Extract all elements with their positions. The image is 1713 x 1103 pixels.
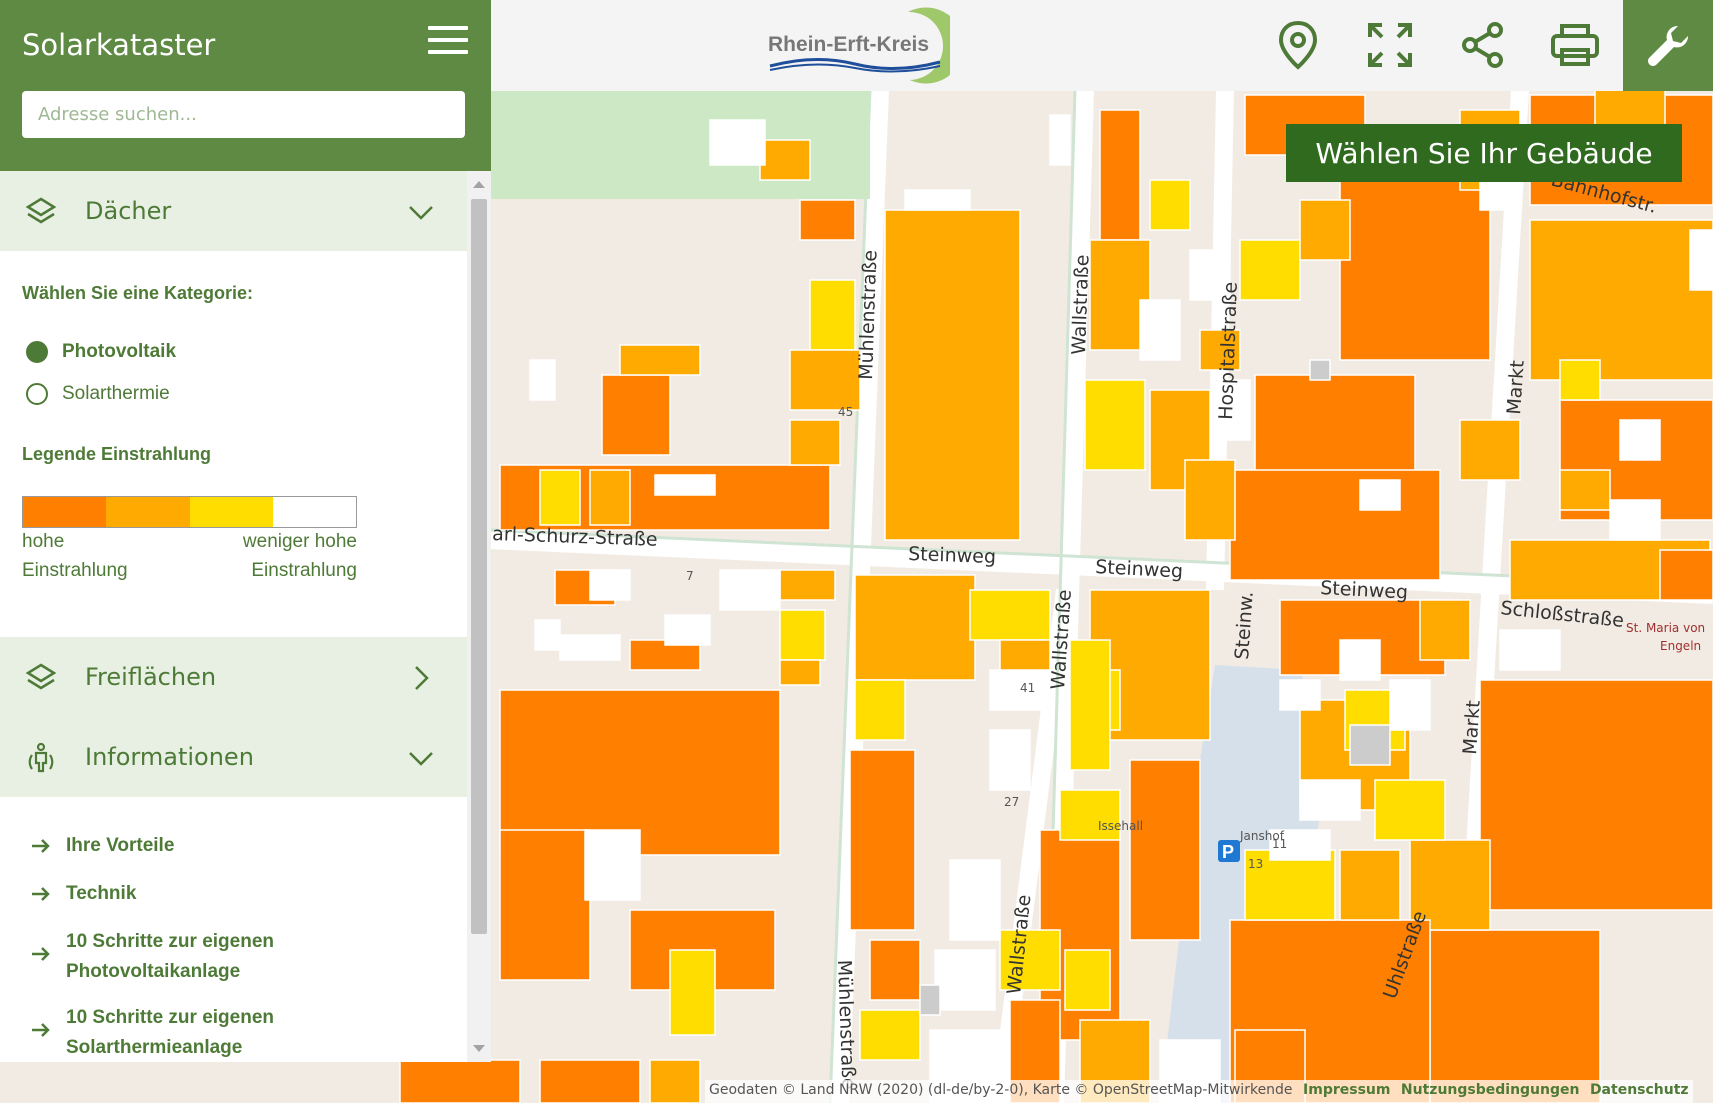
sidebar: Solarkataster Dächer Wählen Sie eine Kat… (0, 0, 491, 1062)
app-title: Solarkataster (22, 28, 216, 62)
chevron-down-icon (409, 206, 433, 220)
info-link-label: Ihre Vorteile (66, 835, 175, 856)
layers-icon (25, 197, 57, 224)
info-link-label: 10 Schritte zur eigenen Photovoltaikanla… (66, 931, 275, 982)
logo-text: Rhein-Erft-Kreis (768, 33, 929, 56)
kategorie-label: Wählen Sie eine Kategorie: (22, 283, 254, 303)
legend-swatch-lowest (272, 497, 356, 527)
sidebar-content: Dächer Wählen Sie eine Kategorie: Photov… (0, 171, 467, 1062)
legend-left-line2: Einstrahlung (22, 560, 128, 581)
fullscreen-button[interactable] (1355, 12, 1425, 78)
street-label-schlossstrasse: Schloßstraße (1499, 597, 1625, 632)
street-label-steinw: Steinw. (1231, 591, 1258, 661)
house-number-41: 41 (1020, 681, 1035, 695)
chevron-right-icon (415, 666, 429, 690)
share-button[interactable] (1448, 12, 1518, 78)
datenschutz-link[interactable]: Datenschutz (1590, 1082, 1689, 1098)
tools-button[interactable] (1623, 0, 1713, 91)
poi-label-st-maria: St. Maria von (1626, 621, 1705, 635)
plus-icon (1566, 936, 1594, 964)
print-button[interactable] (1540, 12, 1610, 78)
rhein-erft-kreis-logo[interactable]: Rhein-Erft-Kreis (760, 6, 950, 86)
scroll-down-icon[interactable] (473, 1045, 485, 1052)
arrow-right-icon (32, 1023, 50, 1037)
radio-unchecked-icon (26, 383, 48, 405)
street-label-steinweg-1: Steinweg (908, 543, 997, 568)
accordion-daecher[interactable]: Dächer (0, 171, 467, 251)
scroll-up-icon[interactable] (473, 181, 485, 188)
house-number-45: 45 (838, 405, 853, 419)
street-label-steinweg-2: Steinweg (1095, 556, 1184, 583)
house-number-7: 7 (686, 569, 694, 583)
zoom-in-button[interactable] (1560, 930, 1600, 970)
accordion-label-informationen: Informationen (85, 743, 254, 771)
info-link-vorteile[interactable]: Ihre Vorteile (30, 831, 366, 861)
legend-right-line1: weniger hohe (242, 531, 357, 552)
share-icon (1462, 22, 1503, 68)
impressum-link[interactable]: Impressum (1303, 1082, 1390, 1098)
search-input[interactable] (22, 91, 465, 138)
map-attribution: Geodaten © Land NRW (2020) (dl-de/by-2-0… (705, 1080, 1693, 1103)
select-building-banner: Wählen Sie Ihr Gebäude (1286, 124, 1682, 182)
sidebar-header: Solarkataster (0, 0, 491, 171)
hamburger-icon-bar (428, 50, 468, 54)
accordion-label-freiflaechen: Freiflächen (85, 663, 217, 691)
info-link-solarthermieanlage[interactable]: 10 Schritte zur eigenen Solarthermieanla… (30, 1003, 366, 1062)
house-number-27: 27 (1004, 795, 1019, 809)
poi-label-issehalle: Issehall (1098, 819, 1143, 833)
street-label-markt-2: Markt (1459, 700, 1485, 756)
fullscreen-icon (1368, 23, 1412, 67)
hamburger-icon-bar (428, 26, 468, 30)
legend-swatch-high (23, 497, 107, 527)
street-label-muehlenstrasse: Mühlenstraße (855, 250, 882, 381)
radio-label-photovoltaik: Photovoltaik (62, 341, 177, 362)
legend-right-line2: Einstrahlung (251, 560, 357, 581)
scrollbar-thumb[interactable] (471, 199, 487, 934)
legend-left-line1: hohe (22, 531, 65, 552)
accordion-freiflaechen[interactable]: Freiflächen (0, 637, 467, 717)
hamburger-icon-bar (428, 38, 468, 42)
radio-checked-icon (26, 341, 48, 363)
info-link-label: Technik (66, 883, 137, 904)
poi-label-engeln: Engeln (1660, 639, 1701, 653)
parking-label: P (1222, 842, 1234, 862)
print-icon (1551, 24, 1599, 66)
nutzungsbedingungen-link[interactable]: Nutzungsbedingungen (1401, 1082, 1580, 1098)
top-bar (490, 0, 1713, 91)
arrow-right-icon (32, 947, 50, 961)
street-label-muehlenstrasse-2: Mühlenstraße (833, 959, 860, 1090)
app-root: Mühlenstraße Mühlenstraße Wallstraße Wal… (0, 0, 1713, 1103)
sidebar-scrollbar[interactable] (467, 171, 491, 1062)
legend-title: Legende Einstrahlung (22, 444, 212, 464)
wrench-icon (1648, 25, 1689, 66)
zoom-out-button[interactable] (1560, 982, 1600, 1022)
minus-icon (1566, 999, 1594, 1005)
accordion-label-daecher: Dächer (85, 197, 172, 225)
house-number-13: 13 (1248, 857, 1263, 871)
radio-label-solarthermie: Solarthermie (62, 383, 170, 404)
location-pin-icon (1278, 20, 1318, 70)
accordion-informationen[interactable]: Informationen (0, 717, 467, 797)
layers-icon (25, 663, 57, 690)
location-button[interactable] (1263, 12, 1333, 78)
house-number-11: 11 (1272, 837, 1287, 851)
legend-swatch-low (189, 497, 273, 527)
legend-swatch-mid (106, 497, 190, 527)
info-link-photovoltaikanlage[interactable]: 10 Schritte zur eigenen Photovoltaikanla… (30, 927, 366, 987)
legend-color-bar (22, 496, 357, 528)
arrow-right-icon (32, 839, 50, 853)
radio-photovoltaik[interactable]: Photovoltaik (26, 341, 176, 363)
attribution-text: Geodaten © Land NRW (2020) (dl-de/by-2-0… (709, 1082, 1293, 1098)
info-link-label: 10 Schritte zur eigenen Solarthermieanla… (66, 1007, 275, 1058)
street-label-steinweg-3: Steinweg (1320, 577, 1409, 604)
chevron-down-icon (409, 752, 433, 766)
radio-solarthermie[interactable]: Solarthermie (26, 383, 170, 405)
arrow-right-icon (32, 887, 50, 901)
info-link-technik[interactable]: Technik (30, 879, 366, 909)
info-person-icon (28, 742, 54, 773)
menu-button[interactable] (428, 26, 468, 64)
street-label-markt: Markt (1503, 360, 1529, 416)
street-label-wallstrasse: Wallstraße (1068, 254, 1093, 355)
